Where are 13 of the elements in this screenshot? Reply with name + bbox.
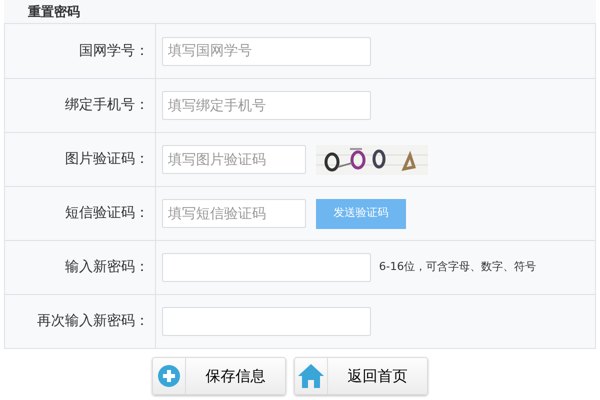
- hint-text: 6-16位，可含字母、数字、符号: [379, 259, 536, 276]
- action-button[interactable]: 返回首页: [294, 357, 428, 395]
- home-icon: [297, 363, 325, 389]
- section-title: 重置密码: [4, 0, 596, 23]
- plus-icon: [157, 364, 181, 388]
- input-field[interactable]: 填写图片验证码: [162, 145, 306, 174]
- input-field[interactable]: 填写短信验证码: [162, 199, 306, 228]
- input-field[interactable]: [162, 307, 371, 336]
- input-field[interactable]: [162, 253, 371, 282]
- input-field[interactable]: 填写国网学号: [162, 36, 371, 66]
- action-button[interactable]: 保存信息: [152, 357, 286, 395]
- field-label: 再次输入新密码：: [5, 295, 156, 348]
- input-field[interactable]: 填写绑定手机号: [162, 91, 371, 120]
